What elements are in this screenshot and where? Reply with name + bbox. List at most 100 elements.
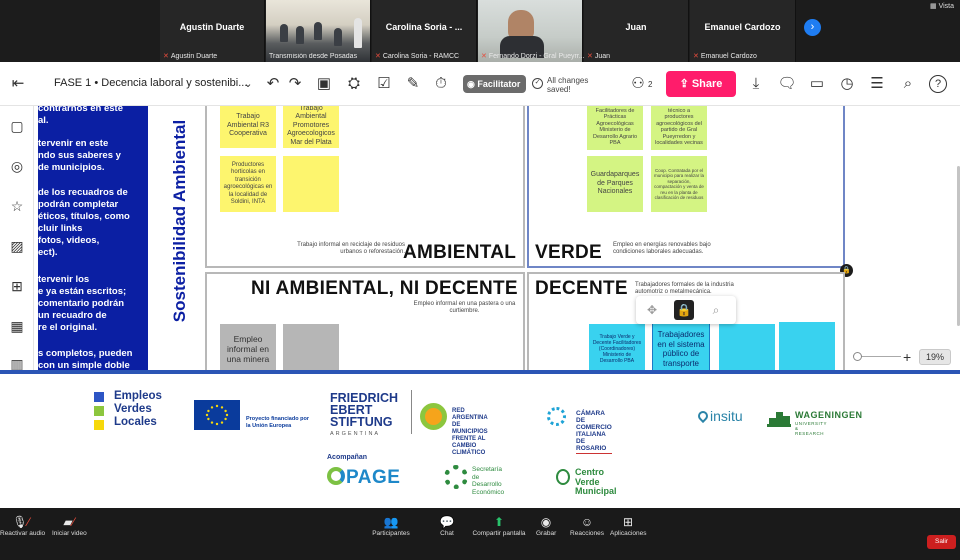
sticky-note[interactable]: Coop. Contratada por el municipio para r… bbox=[651, 156, 707, 212]
sticky-note[interactable]: Facilitadores de Prácticas Agroecológica… bbox=[587, 106, 643, 150]
unmute-audio-button[interactable]: 🎙⁄ Reactivar audio bbox=[0, 514, 45, 537]
leave-button[interactable]: Salir bbox=[927, 535, 956, 549]
text-shapes-icon[interactable]: ◎ bbox=[7, 156, 27, 176]
person-silhouette bbox=[280, 24, 288, 42]
person-silhouette bbox=[354, 18, 362, 48]
icons-star-icon[interactable]: ☆ bbox=[7, 196, 27, 216]
instruction-line: tervenir en este bbox=[38, 138, 109, 149]
board-canvas[interactable]: contrarnos en este al. tervenir en este … bbox=[34, 106, 960, 372]
reactions-icon: ☺ bbox=[580, 515, 594, 529]
sticky-note[interactable]: Trabajo Verde y Decente Facilitadores (C… bbox=[589, 324, 645, 372]
sticky-note-empty[interactable] bbox=[719, 324, 775, 372]
apps-button[interactable]: ⊞ Aplicaciones bbox=[610, 514, 647, 537]
participant-video-tile[interactable]: ✕ Fernando Dorzi - Gral Pueyrr... bbox=[478, 0, 585, 62]
quadrant-ambiental[interactable]: Trabajo Ambiental R3 Cooperativa Trabajo… bbox=[205, 106, 525, 268]
record-button[interactable]: ◉ Grabar bbox=[536, 514, 556, 537]
instruction-line: cluir links bbox=[38, 223, 83, 234]
zoom-slider-track[interactable] bbox=[861, 356, 901, 357]
sticky-note-selected[interactable]: Trabajadores en el sistema público de tr… bbox=[652, 323, 710, 372]
sticky-note[interactable]: Guardaparques de Parques Nacionales bbox=[587, 156, 643, 212]
sticky-note[interactable]: Empleo informal en una minera bbox=[220, 324, 276, 372]
chat-button[interactable]: 💬 Chat bbox=[437, 514, 457, 537]
facilitator-badge[interactable]: ◉ Facilitator bbox=[463, 75, 527, 93]
laser-pointer-icon[interactable]: ✎ bbox=[403, 74, 423, 94]
logo-text: Secretaría de Desarrollo Económico bbox=[472, 466, 505, 496]
eu-funding-text: Proyecto financiado por la Unión Europea bbox=[246, 416, 309, 429]
zoom-to-icon[interactable]: ⌕ bbox=[706, 300, 726, 320]
instruction-line: fotos, videos, bbox=[38, 235, 100, 246]
sticky-note-icon[interactable]: ▢ bbox=[7, 116, 27, 136]
sticky-note[interactable]: Productores horticolas en transición agr… bbox=[220, 156, 276, 212]
chat-icon[interactable]: ▭ bbox=[807, 74, 827, 94]
undo-icon[interactable]: ↶ bbox=[263, 74, 283, 94]
images-icon[interactable]: ▨ bbox=[7, 236, 27, 256]
participant-tile[interactable]: Agustin Duarte ✕ Agustin Duarte bbox=[160, 0, 265, 62]
instruction-line: re el original. bbox=[38, 322, 98, 333]
outline-icon[interactable]: ▣ bbox=[314, 74, 334, 94]
search-icon[interactable]: ⌕ bbox=[898, 74, 918, 94]
voting-icon[interactable]: ☑ bbox=[374, 74, 394, 94]
table-icon[interactable]: ▦ bbox=[7, 316, 27, 336]
zoom-in-icon[interactable]: + bbox=[903, 348, 911, 366]
next-participants-chevron-icon[interactable]: › bbox=[804, 19, 821, 36]
visitor-settings-icon[interactable]: ⛭ bbox=[344, 74, 364, 94]
comments-icon[interactable]: 🗨 bbox=[777, 74, 797, 94]
quadrant-description: Trabajadores formales de la industria au… bbox=[635, 282, 734, 295]
move-icon[interactable]: ✥ bbox=[642, 300, 662, 320]
download-icon[interactable]: ⤓ bbox=[746, 74, 766, 94]
notes-icon[interactable]: ☰ bbox=[867, 74, 887, 94]
share-button[interactable]: ⇪ Share bbox=[666, 71, 736, 97]
participant-tile[interactable]: Carolina Soria - ... ✕ Carolina Soria - R… bbox=[372, 0, 477, 62]
sticky-note[interactable]: Trabajo Ambiental R3 Cooperativa bbox=[220, 106, 276, 148]
quadrant-description: Empleo informal en una pastera o una cur… bbox=[413, 301, 516, 314]
view-toggle[interactable]: ▦ Vista bbox=[930, 2, 954, 10]
participants-icon: 👥 bbox=[383, 515, 399, 529]
zoom-percent[interactable]: 19% bbox=[919, 349, 951, 365]
participant-tile[interactable]: Emanuel Cardozo ✕ Emanuel Cardozo bbox=[690, 0, 796, 62]
instruction-line: podrán completar bbox=[38, 199, 119, 210]
quadrant-verde[interactable]: Facilitadores de Prácticas Agroecológica… bbox=[527, 106, 845, 268]
help-icon[interactable]: ? bbox=[929, 75, 947, 93]
exit-board-icon[interactable]: ⇤ bbox=[8, 74, 28, 94]
logo-text: Empleos Verdes Locales bbox=[114, 390, 162, 428]
empleos-verdes-locales-logo: Empleos Verdes Locales bbox=[94, 390, 178, 432]
pin-icon bbox=[695, 408, 711, 424]
redo-icon[interactable]: ↷ bbox=[285, 74, 305, 94]
instruction-line: e ya están escritos; bbox=[38, 286, 127, 297]
quadrant-ni-ambiental-ni-decente[interactable]: NI AMBIENTAL, NI DECENTE Empleo informal… bbox=[205, 272, 525, 372]
instructions-panel: contrarnos en este al. tervenir en este … bbox=[38, 106, 148, 372]
share-screen-button[interactable]: ⬆ Compartir pantalla bbox=[472, 514, 526, 537]
zoom-slider-handle[interactable] bbox=[853, 352, 862, 361]
participant-name: Carolina Soria - ... bbox=[385, 22, 463, 32]
quadrant-title: NI AMBIENTAL, NI DECENTE bbox=[251, 278, 518, 299]
timer-icon[interactable]: ⏱ bbox=[431, 74, 451, 94]
instruction-line: de municipios. bbox=[38, 162, 105, 173]
sticky-note[interactable]: Trabajo Ambiental Promotores Agroecologi… bbox=[283, 106, 339, 148]
sticky-note-empty[interactable] bbox=[779, 322, 835, 372]
mic-muted-icon: ✕ bbox=[587, 53, 593, 60]
participant-video-tile[interactable]: Transmisión desde Posadas bbox=[266, 0, 371, 62]
board-title[interactable]: FASE 1 • Decencia laboral y sostenibi... bbox=[54, 77, 247, 89]
sticky-note[interactable]: técnico a productores agroecológicos del… bbox=[651, 106, 707, 150]
participants-button[interactable]: 👥 Participantes bbox=[372, 514, 410, 537]
frameworks-icon[interactable]: ⊞ bbox=[7, 276, 27, 296]
activity-icon[interactable]: ◷ bbox=[837, 74, 857, 94]
participant-name: Agustin Duarte bbox=[179, 22, 245, 32]
instruction-line: comentario podrán bbox=[38, 298, 125, 309]
chevron-down-icon[interactable]: ⌄ bbox=[238, 74, 258, 94]
logo-text: WAGENINGEN bbox=[795, 410, 863, 420]
participant-label: ✕ Carolina Soria - RAMCC bbox=[375, 53, 460, 60]
person-silhouette bbox=[314, 22, 322, 40]
reactions-button[interactable]: ☺ Reacciones bbox=[570, 514, 604, 537]
members-icon[interactable]: ⚇ bbox=[628, 74, 648, 94]
mic-muted-icon: ✕ bbox=[375, 53, 381, 60]
leaf-icon bbox=[556, 469, 570, 485]
instruction-line: ect). bbox=[38, 247, 58, 258]
lock-icon[interactable]: 🔒 bbox=[674, 300, 694, 320]
participant-tile[interactable]: Juan ✕ Juan bbox=[584, 0, 689, 62]
start-video-button[interactable]: ▰⁄ Iniciar video bbox=[52, 514, 87, 537]
sticky-note-empty[interactable] bbox=[283, 156, 339, 212]
instruction-line: ndo sus saberes y bbox=[38, 150, 121, 161]
sticky-note-empty[interactable] bbox=[283, 324, 339, 372]
instruction-line: un recuadro de bbox=[38, 310, 107, 321]
